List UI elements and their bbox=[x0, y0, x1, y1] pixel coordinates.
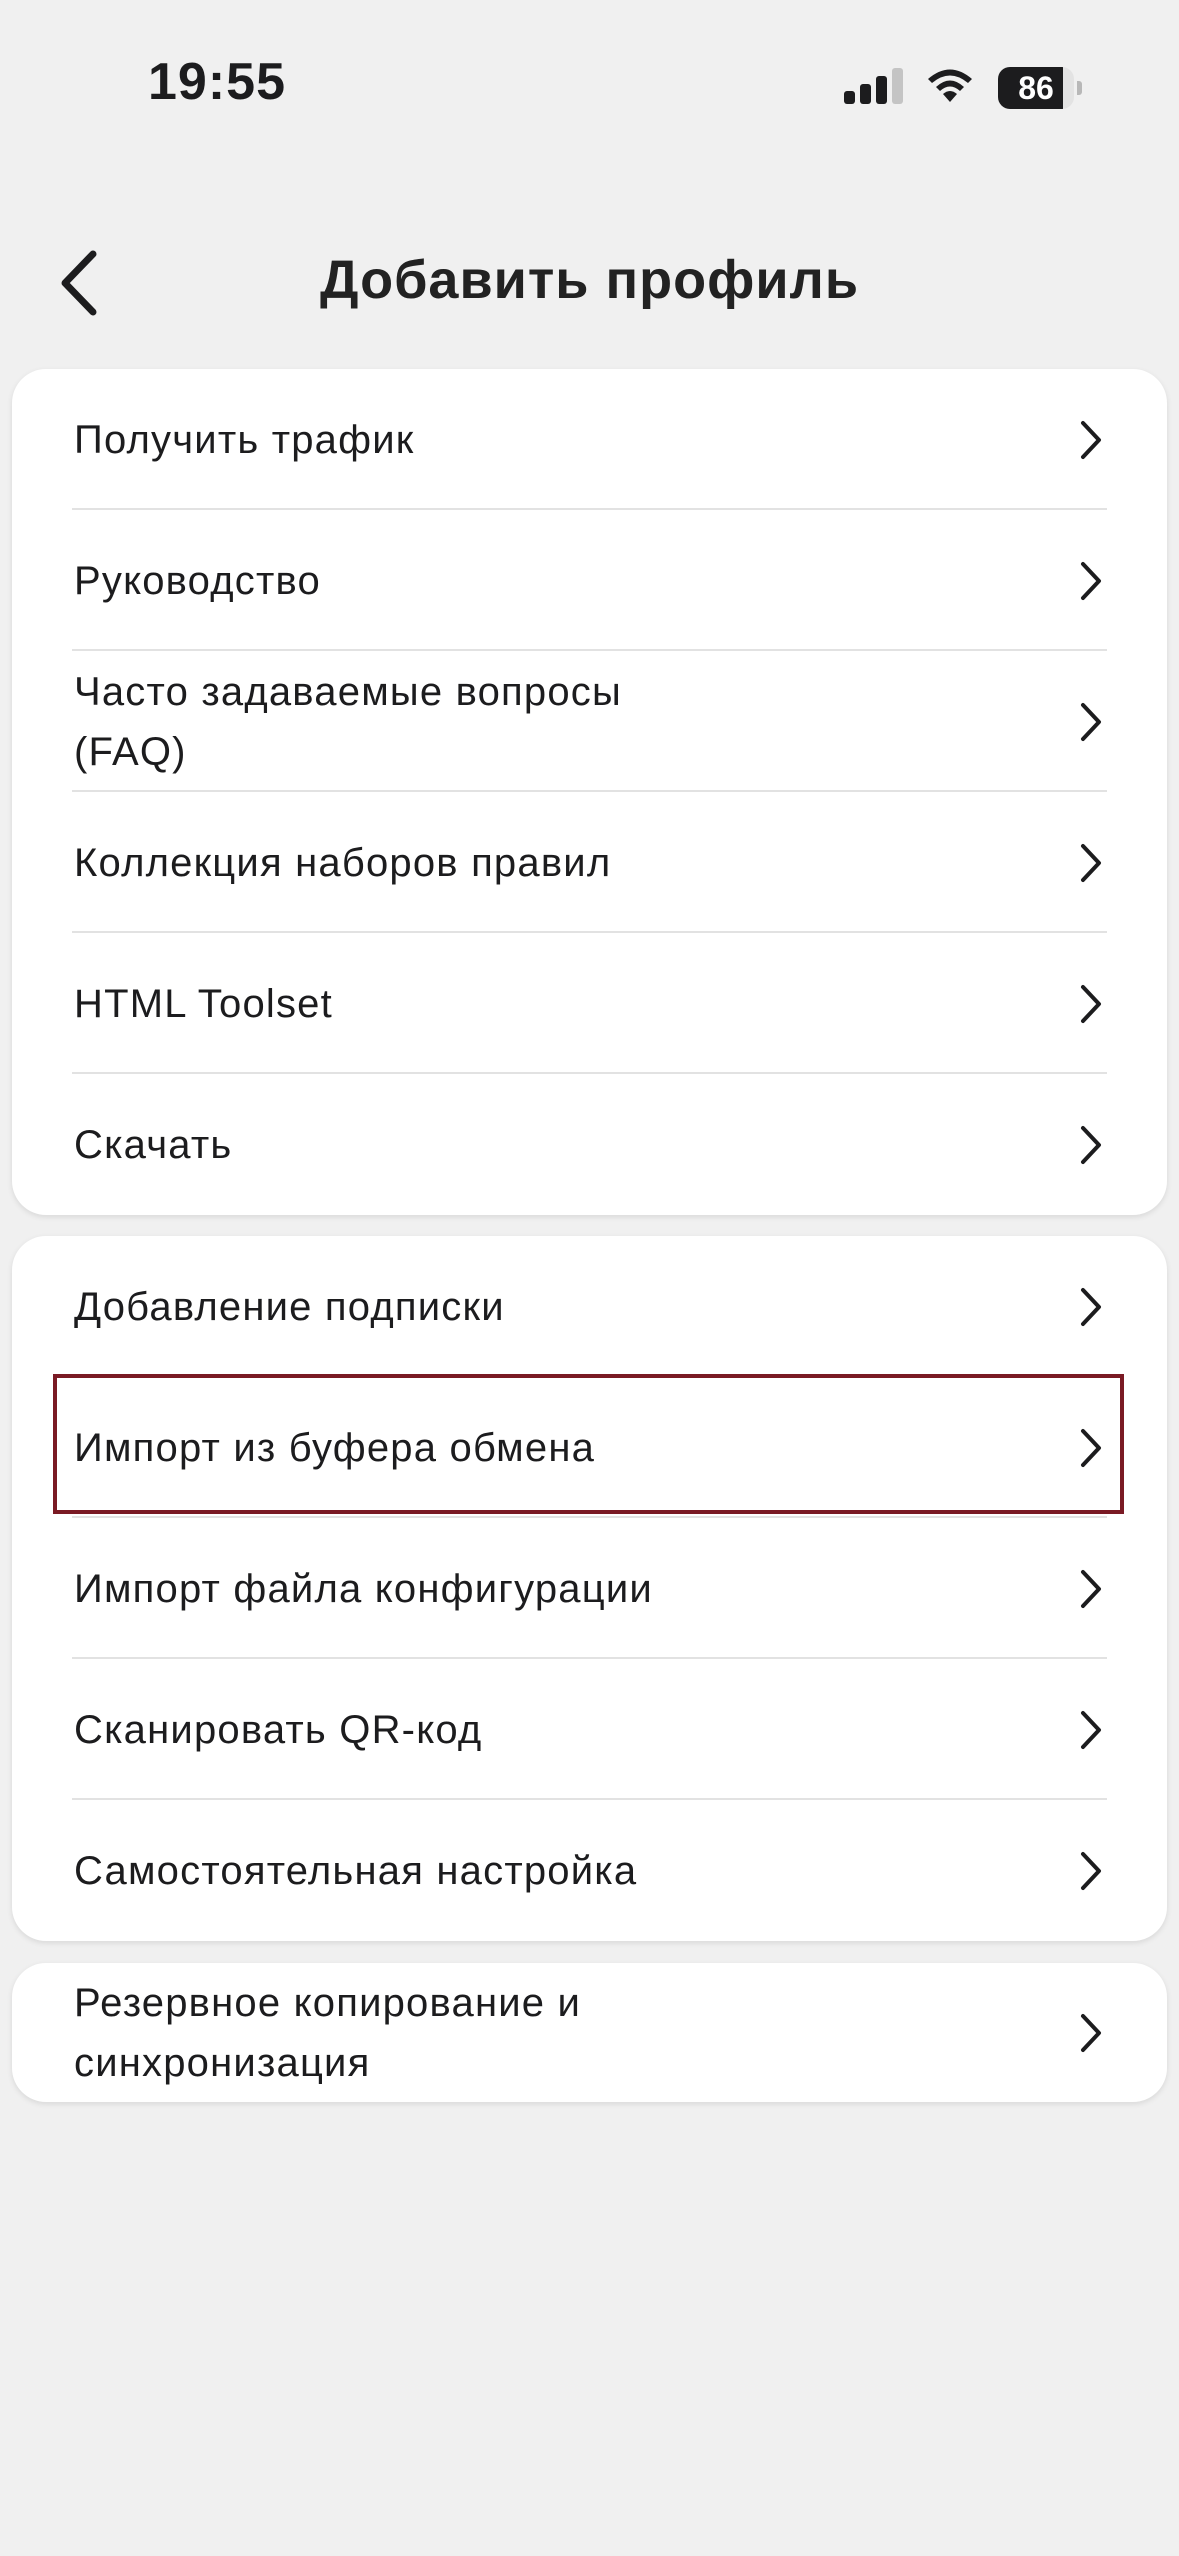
back-button[interactable] bbox=[44, 243, 114, 323]
menu-item-label: Импорт из буфера обмена bbox=[74, 1425, 596, 1470]
menu-item-import-clipboard[interactable]: Импорт из буфера обмена bbox=[12, 1377, 1167, 1518]
chevron-right-icon bbox=[1076, 1123, 1106, 1167]
wifi-icon bbox=[924, 66, 976, 111]
menu-item-ruleset-collection[interactable]: Коллекция наборов правил bbox=[12, 792, 1167, 933]
menu-item-label: Импорт файла конфигурации bbox=[74, 1566, 653, 1611]
chevron-right-icon bbox=[1076, 841, 1106, 885]
menu-item-label: Часто задаваемые вопросы (FAQ) bbox=[74, 669, 622, 774]
menu-item-download[interactable]: Скачать bbox=[12, 1074, 1167, 1215]
menu-group-2: Добавление подписки Импорт из буфера обм… bbox=[12, 1236, 1167, 1941]
menu-item-add-subscription[interactable]: Добавление подписки bbox=[12, 1236, 1167, 1377]
menu-item-backup-sync[interactable]: Резервное копирование и синхронизация bbox=[12, 1963, 1167, 2102]
chevron-right-icon bbox=[1076, 1708, 1106, 1752]
menu-item-get-traffic[interactable]: Получить трафик bbox=[12, 369, 1167, 510]
menu-item-label: Скачать bbox=[74, 1122, 233, 1167]
menu-group-1: Получить трафик Руководство Часто задава… bbox=[12, 369, 1167, 1215]
chevron-right-icon bbox=[1076, 700, 1106, 744]
chevron-right-icon bbox=[1076, 1849, 1106, 1893]
menu-item-label: Получить трафик bbox=[74, 417, 415, 462]
status-time: 19:55 bbox=[148, 53, 286, 111]
chevron-right-icon bbox=[1076, 1426, 1106, 1470]
signal-icon bbox=[842, 66, 906, 111]
battery-level: 86 bbox=[1018, 70, 1054, 106]
status-icons: 86 bbox=[842, 66, 1082, 111]
chevron-left-icon bbox=[61, 250, 97, 316]
menu-item-import-config-file[interactable]: Импорт файла конфигурации bbox=[12, 1518, 1167, 1659]
chevron-right-icon bbox=[1076, 1567, 1106, 1611]
menu-group-3: Резервное копирование и синхронизация bbox=[12, 1963, 1167, 2102]
menu-item-label: Резервное копирование и синхронизация bbox=[74, 1980, 582, 2085]
menu-item-label: Коллекция наборов правил bbox=[74, 840, 612, 885]
chevron-right-icon bbox=[1076, 2011, 1106, 2055]
status-bar: 19:55 86 bbox=[0, 0, 1179, 175]
menu-item-manual-setup[interactable]: Самостоятельная настройка bbox=[12, 1800, 1167, 1941]
battery-icon: 86 bbox=[998, 67, 1082, 109]
page-title: Добавить профиль bbox=[319, 250, 860, 310]
menu-item-guide[interactable]: Руководство bbox=[12, 510, 1167, 651]
chevron-right-icon bbox=[1076, 418, 1106, 462]
menu-item-faq[interactable]: Часто задаваемые вопросы (FAQ) bbox=[12, 651, 1167, 792]
chevron-right-icon bbox=[1076, 1285, 1106, 1329]
menu-item-scan-qr[interactable]: Сканировать QR-код bbox=[12, 1659, 1167, 1800]
menu-item-label: Самостоятельная настройка bbox=[74, 1848, 638, 1893]
menu-item-label: HTML Toolset bbox=[74, 981, 333, 1026]
chevron-right-icon bbox=[1076, 559, 1106, 603]
chevron-right-icon bbox=[1076, 982, 1106, 1026]
menu-item-label: Руководство bbox=[74, 558, 321, 603]
menu-item-label: Добавление подписки bbox=[74, 1284, 505, 1329]
menu-item-label: Сканировать QR-код bbox=[74, 1707, 483, 1752]
nav-bar: Добавить профиль bbox=[0, 215, 1179, 345]
menu-item-html-toolset[interactable]: HTML Toolset bbox=[12, 933, 1167, 1074]
